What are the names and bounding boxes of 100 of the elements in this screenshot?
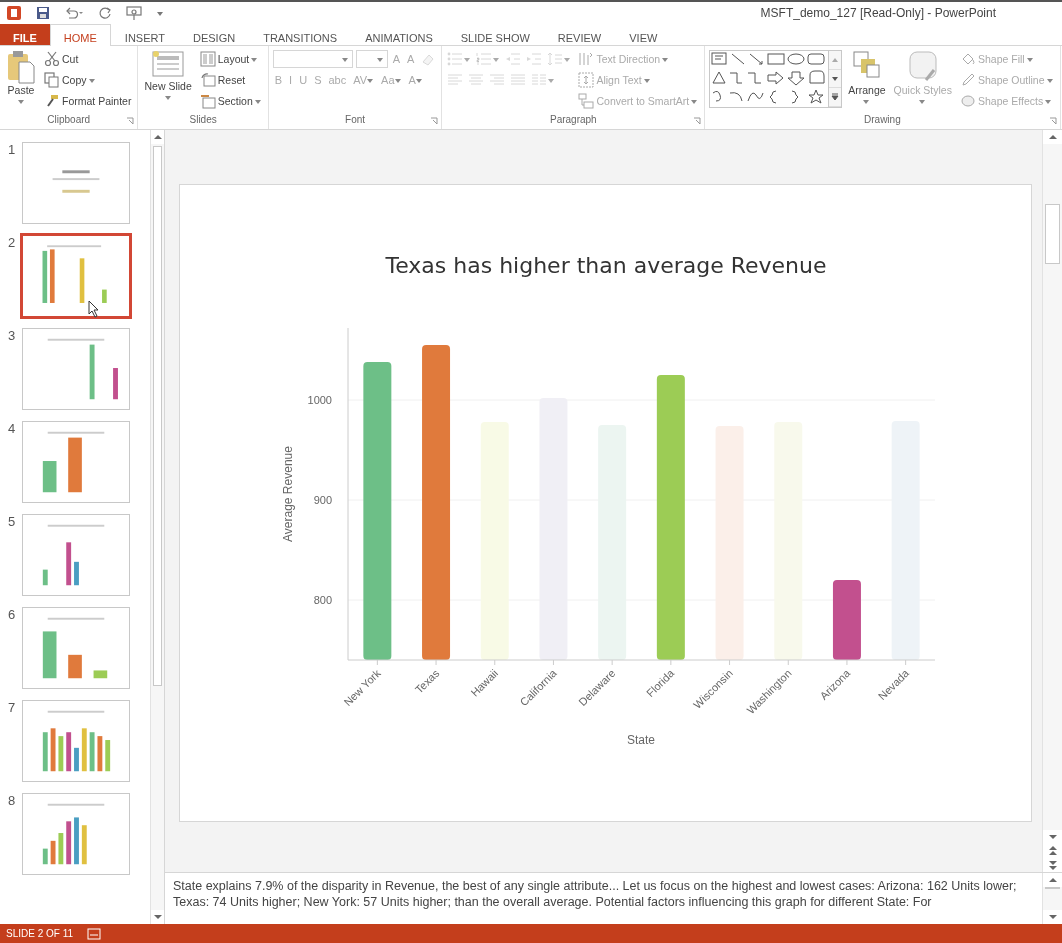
scissors-icon [44, 51, 60, 67]
slide-number: 6 [8, 607, 17, 624]
group-label: Drawing [863, 113, 902, 127]
ribbon-button[interactable]: Section [197, 92, 264, 110]
slide-number: 7 [8, 700, 17, 717]
axis-tick-label: 900 [313, 494, 332, 506]
caret-icon [415, 76, 423, 84]
slide-number: 2 [8, 235, 17, 252]
ribbon-button[interactable]: Layout [197, 50, 261, 68]
slide-number: 4 [8, 421, 17, 438]
scroll-up-icon[interactable] [1048, 877, 1057, 883]
slide-indicator: SLIDE 2 OF 11 [6, 928, 74, 939]
slide-thumbnail[interactable] [22, 793, 130, 875]
slide-number: 8 [8, 793, 17, 810]
group-label: Slides [188, 113, 218, 127]
slide-number: 5 [8, 514, 17, 531]
group-label: Font [344, 113, 367, 127]
caret-icon [254, 97, 262, 105]
caret-icon [394, 76, 402, 84]
scrollbar-thumb[interactable] [153, 146, 162, 686]
dialog-launcher-icon[interactable] [693, 117, 702, 125]
caret-icon [691, 97, 699, 105]
caret-icon [17, 97, 25, 105]
undo-icon[interactable] [64, 6, 84, 20]
ribbon-tab[interactable]: ANIMATIONS [351, 24, 447, 45]
more-icon[interactable] [831, 93, 840, 102]
copy-icon [44, 72, 60, 88]
slide-thumbnail[interactable] [22, 700, 130, 782]
scroll-down-icon[interactable] [153, 914, 162, 920]
axis-title: Average Revenue [281, 446, 295, 542]
ribbon-button[interactable]: Copy [42, 71, 98, 89]
caret-icon [376, 55, 384, 63]
slide-thumbnail[interactable] [22, 421, 130, 503]
scroll-up-icon[interactable] [1048, 134, 1057, 140]
speaker-notes[interactable]: State explains 7.9% of the disparity in Revenue, the best of any single attribute... Let us focus on the highest and lowest cases: Arizona: 162 Units lower; Texas: 74 Units higher; New York: 57 Units higher; than the overall average. Potential factors influencing this graph for different State: For [165, 873, 1042, 924]
ribbon-tab[interactable]: HOME [49, 24, 111, 46]
dialog-launcher-icon[interactable] [430, 117, 439, 125]
scroll-down-icon[interactable] [831, 74, 840, 83]
scroll-up-icon[interactable] [153, 134, 162, 140]
redo-icon[interactable] [98, 6, 112, 20]
reset-icon [199, 72, 216, 88]
pencil-icon [959, 72, 976, 88]
ribbon-tab[interactable]: SLIDE SHOW [446, 24, 544, 45]
slide-thumbnail[interactable] [22, 607, 130, 689]
notes-icon[interactable] [87, 927, 102, 940]
ribbon-button[interactable]: Reset [197, 71, 248, 89]
smartart-icon [578, 93, 595, 109]
new-slide-icon [151, 50, 186, 80]
caret-icon [1045, 97, 1053, 105]
group-label: Clipboard [46, 113, 92, 127]
caret-icon [643, 76, 651, 84]
app-logo-icon [6, 5, 22, 21]
window-title: MSFT_demo_127 [Read-Only] - PowerPoint [760, 6, 996, 20]
slide-thumbnail[interactable] [22, 328, 130, 410]
slide-thumbnail[interactable] [22, 514, 130, 596]
slide-number: 3 [8, 328, 17, 345]
caret-icon [367, 76, 375, 84]
dialog-launcher-icon[interactable] [1048, 117, 1057, 125]
text-direction-icon [578, 51, 595, 67]
axis-tick-label: 800 [313, 594, 332, 606]
paintbrush-icon [44, 93, 60, 109]
caret-icon [164, 93, 172, 101]
caret-icon [341, 55, 349, 63]
file-tab[interactable]: FILE [0, 24, 50, 45]
save-icon[interactable] [36, 6, 50, 20]
slide-thumbnail[interactable] [20, 233, 132, 319]
scrollbar-thumb[interactable] [1045, 887, 1060, 889]
section-icon [199, 93, 216, 109]
axis-tick-label: 1000 [307, 394, 332, 406]
ribbon-button[interactable]: New Slide [142, 50, 194, 101]
scroll-down-icon[interactable] [1048, 914, 1057, 920]
scrollbar-thumb[interactable] [1045, 204, 1060, 264]
ribbon-button[interactable]: Cut [42, 50, 81, 68]
caret-icon [88, 76, 96, 84]
next-slide-icon[interactable] [1048, 860, 1057, 870]
previous-slide-icon[interactable] [1048, 846, 1057, 856]
axis-title: State [627, 733, 655, 747]
align-text-icon [578, 72, 595, 88]
ribbon-button[interactable]: Format Painter [42, 92, 134, 110]
caret-icon [919, 97, 927, 105]
caret-icon [662, 55, 670, 63]
caret-icon [251, 55, 259, 63]
group-label: Paragraph [549, 113, 598, 127]
scroll-down-icon[interactable] [1048, 834, 1057, 840]
shape-effects-icon [959, 93, 976, 109]
ribbon-tab[interactable]: DESIGN [179, 24, 250, 45]
ribbon-tab[interactable]: VIEW [615, 24, 672, 45]
ribbon-button[interactable]: Arrange [846, 50, 888, 105]
clipboard-icon [6, 50, 36, 84]
caret-icon [1046, 76, 1054, 84]
dialog-launcher-icon[interactable] [126, 117, 135, 125]
presentation-icon[interactable] [126, 5, 142, 21]
ribbon-button[interactable]: Paste [4, 50, 38, 105]
caret-icon [863, 97, 871, 105]
ribbon-tab[interactable]: TRANSITIONS [249, 24, 352, 45]
ribbon-tab[interactable]: REVIEW [543, 24, 616, 45]
ribbon-tab[interactable]: INSERT [110, 24, 179, 45]
slide-thumbnail[interactable] [22, 142, 130, 224]
chart-title: Texas has higher than average Revenue [385, 253, 827, 278]
layout-icon [199, 51, 216, 67]
